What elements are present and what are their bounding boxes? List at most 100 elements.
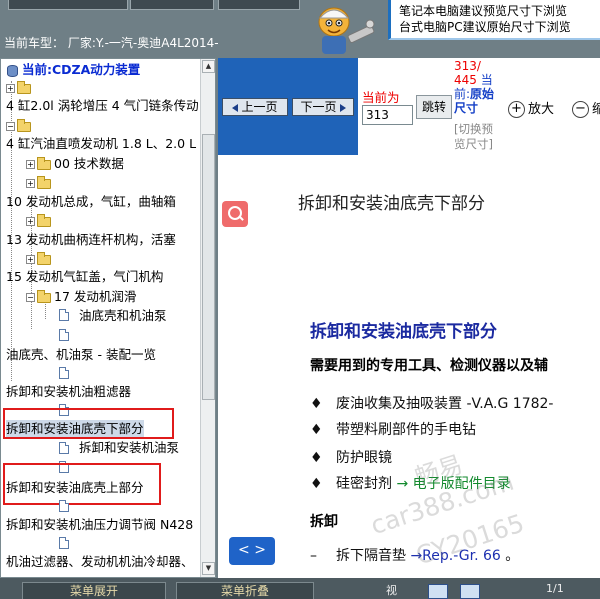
tree-node-toggle[interactable]: + <box>26 174 54 192</box>
tree-item-gasoline-engine[interactable]: 4 缸汽油直喷发动机 1.8 L、2.0 L <box>6 135 196 153</box>
viewing-hint-panel: 笔记本电脑建议预览尺寸下浏览 台式电脑PC建议原始尺寸下浏览 <box>388 0 600 40</box>
tree-item-oil-pump[interactable]: 拆卸和安装机油泵 <box>79 439 179 457</box>
tree-root[interactable]: 当前:CDZA动力装置 <box>7 61 140 79</box>
view-icon[interactable] <box>428 584 448 599</box>
expand-plus-icon[interactable]: + <box>26 255 35 264</box>
document-icon <box>59 442 69 454</box>
database-icon <box>7 64 18 77</box>
tree-item-assembly-overview[interactable]: 油底壳、机油泵 - 装配一览 <box>6 346 156 364</box>
collapse-menu-button[interactable]: 菜单折叠 <box>176 582 314 599</box>
top-banner: 笔记本电脑建议预览尺寸下浏览 台式电脑PC建议原始尺寸下浏览 当前车型： 厂家:… <box>0 0 600 58</box>
next-page-label: 下一页 <box>300 100 337 114</box>
tree-item-crank-drive[interactable]: 13 发动机曲柄连杆机构，活塞 <box>6 231 176 249</box>
document-icon <box>59 367 69 379</box>
top-menu-button-2[interactable] <box>130 0 214 10</box>
tools-heading: 需要用到的专用工具、检测仪器以及辅 <box>310 358 548 374</box>
navigation-tree: 当前:CDZA动力装置 + 4 缸2.0l 涡轮增压 4 气门链条传动 − 4 … <box>0 58 216 578</box>
highlight-box <box>3 463 161 505</box>
view-icon[interactable] <box>460 584 480 599</box>
highlight-box <box>3 408 174 439</box>
page-flip-button[interactable]: < > <box>229 537 275 565</box>
search-icon[interactable] <box>222 201 248 227</box>
tree-item-label: 机油过滤器、发动机机油冷却器、 <box>6 554 194 569</box>
document-icon <box>59 537 69 549</box>
tree-item-label: 4 缸汽油直喷发动机 1.8 L、2.0 L <box>6 136 197 151</box>
tree-item-label: 13 发动机曲柄连杆机构，活塞 <box>6 232 176 247</box>
current-page-label: 当前为 <box>362 90 400 105</box>
top-menu-button-1[interactable] <box>8 0 128 10</box>
reader-toolbar: 上一页 下一页 当前为 跳转 313/ 445 当 前:原始尺寸 [切换预览尺寸… <box>218 58 600 155</box>
section-title: 拆卸和安装油底壳下部分 <box>310 322 497 342</box>
scroll-thumb[interactable] <box>202 134 215 400</box>
tree-item-cylinder-head[interactable]: 15 发动机气缸盖，气门机构 <box>6 268 163 286</box>
expand-plus-icon[interactable]: + <box>26 160 35 169</box>
tree-item-pressure-valve[interactable]: 拆卸和安装机油压力调节阀 N428 <box>6 516 193 534</box>
tree-node-toggle[interactable]: + <box>6 79 34 97</box>
bullet-icon: ♦ <box>310 450 323 466</box>
jump-button[interactable]: 跳转 <box>416 95 452 119</box>
hint-desktop: 台式电脑PC建议原始尺寸下浏览 <box>399 20 571 34</box>
document-icon <box>59 309 69 321</box>
folder-icon <box>17 80 31 94</box>
tool-text: 硅密封剂 <box>336 476 397 492</box>
tree-node-toggle[interactable]: + <box>26 212 54 230</box>
page-number-input[interactable] <box>362 105 413 125</box>
zoom-out-icon: − <box>572 101 589 118</box>
document-icon <box>59 500 69 512</box>
step-text: 拆下隔音垫 <box>336 548 411 564</box>
bullet-icon: ♦ <box>310 476 323 492</box>
tree-item-label: 拆卸和安装机油粗滤器 <box>6 384 132 399</box>
page-counter: 313/ 445 当 前:原始尺寸 <box>454 59 502 115</box>
document-view: 拆卸和安装油底壳下部分 拆卸和安装油底壳下部分 需要用到的专用工具、检测仪器以及… <box>218 155 600 578</box>
tool-item: ♦ 硅密封剂 → 电子版配件目录 <box>310 473 511 493</box>
expand-plus-icon[interactable]: + <box>6 84 15 93</box>
switch-size-link[interactable]: [切换预览尺寸] <box>454 122 504 152</box>
scroll-down-icon[interactable]: ▼ <box>202 562 215 575</box>
tree-item-label: 油底壳和机油泵 <box>79 308 167 323</box>
scroll-up-icon[interactable]: ▲ <box>202 60 215 73</box>
top-menu-button-3[interactable] <box>218 0 300 10</box>
tool-text: 带塑料刷部件的手电钻 <box>336 422 476 438</box>
parts-catalog-link[interactable]: → 电子版配件目录 <box>396 476 510 492</box>
page-suffix: 当 <box>480 73 493 87</box>
tree-scrollbar[interactable]: ▲ ▼ <box>200 59 215 577</box>
tree-item-oil-filter-cooler[interactable]: 机油过滤器、发动机机油冷却器、 <box>6 553 194 571</box>
zoom-out-label: 缩 <box>592 102 600 117</box>
expand-plus-icon[interactable]: + <box>26 179 35 188</box>
view-label: 视 <box>386 584 397 597</box>
zoom-in-button[interactable]: + 放大 <box>508 98 554 118</box>
zoom-out-button[interactable]: − 缩 <box>572 98 600 118</box>
tree-item-label: 拆卸和安装机油泵 <box>79 440 180 455</box>
current-vehicle-label: 当前车型： 厂家:Y.-一汽-奥迪A4L2014- <box>4 36 219 50</box>
folder-open-icon <box>17 118 31 132</box>
tree-item-tech-data[interactable]: +00 技术数据 <box>26 155 124 173</box>
tree-node-toggle[interactable]: − <box>6 117 34 135</box>
next-page-button[interactable]: 下一页 <box>292 98 354 116</box>
folder-icon <box>37 156 51 170</box>
mechanic-mascot-icon <box>318 7 375 54</box>
tree-item-label: 4 缸2.0l 涡轮增压 4 气门链条传动 <box>6 98 199 113</box>
tree-item-oil-strainer[interactable]: 拆卸和安装机油粗滤器 <box>6 383 131 401</box>
zoom-in-icon: + <box>508 101 525 118</box>
collapse-minus-icon[interactable]: − <box>6 122 15 131</box>
expand-plus-icon[interactable]: + <box>26 217 35 226</box>
collapse-minus-icon[interactable]: − <box>26 293 35 302</box>
tree-item-lubrication[interactable]: − 17 发动机润滑 <box>26 288 136 306</box>
tree-item-engine-turbo[interactable]: 4 缸2.0l 涡轮增压 4 气门链条传动 <box>6 97 199 115</box>
page-total: 445 <box>454 73 477 87</box>
tool-text: 废油收集及抽吸装置 -V.A.G 1782- <box>336 396 554 412</box>
tree-item-label: 00 技术数据 <box>54 156 124 171</box>
repair-group-link[interactable]: →Rep.-Gr. 66 <box>410 548 500 564</box>
tree-item-engine-assembly[interactable]: 10 发动机总成，气缸，曲轴箱 <box>6 193 176 211</box>
expand-menu-button[interactable]: 菜单展开 <box>22 582 166 599</box>
document-icon <box>59 329 69 341</box>
tree-node-toggle[interactable]: + <box>26 250 54 268</box>
prev-page-button[interactable]: 上一页 <box>222 98 288 116</box>
tool-item: ♦ 废油收集及抽吸装置 -V.A.G 1782- <box>310 393 554 413</box>
document-header: 拆卸和安装油底壳下部分 <box>298 194 485 214</box>
step-end: 。 <box>500 548 520 564</box>
hint-laptop: 笔记本电脑建议预览尺寸下浏览 <box>399 4 568 18</box>
tree-item-oil-pan-pump[interactable]: 油底壳和机油泵 <box>79 307 167 325</box>
tree-root-label: 当前:CDZA动力装置 <box>22 62 141 77</box>
zoom-in-label: 放大 <box>528 102 555 117</box>
